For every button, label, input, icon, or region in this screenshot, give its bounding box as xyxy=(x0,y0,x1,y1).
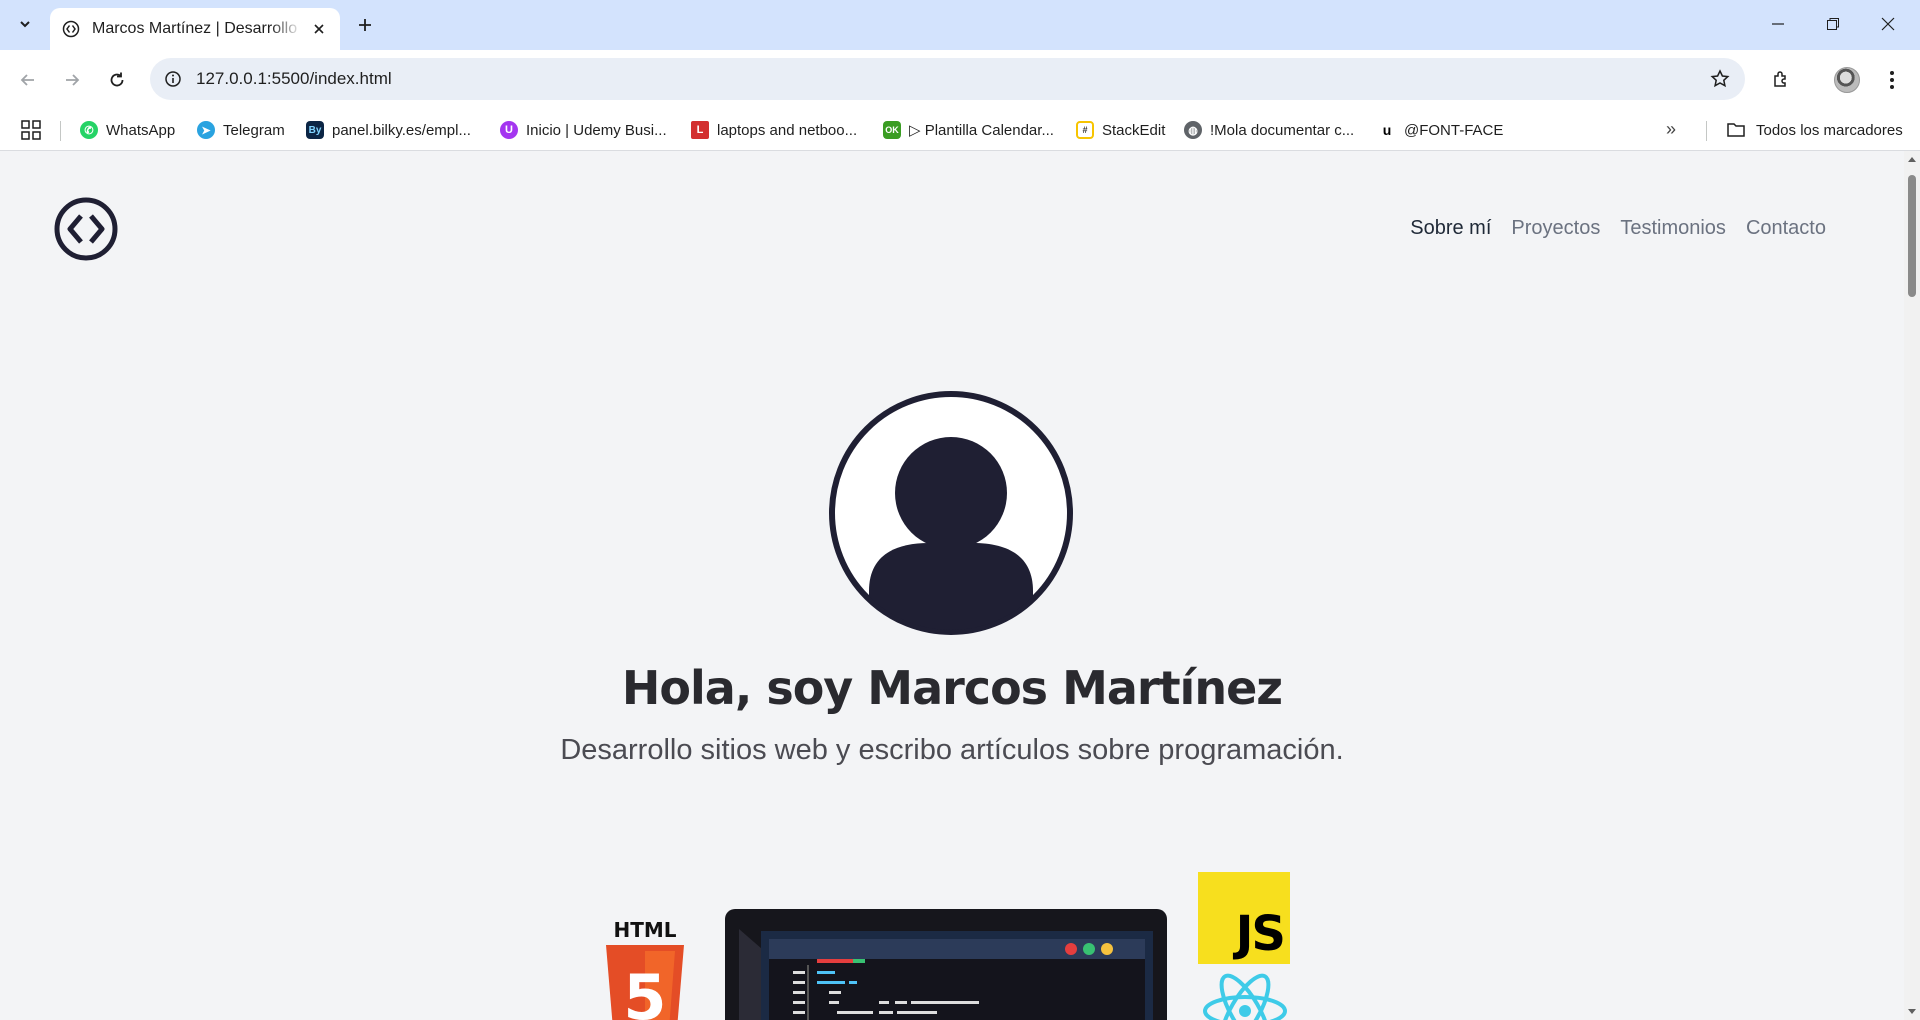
bookmark-label: WhatsApp xyxy=(106,121,176,139)
bookmarks-bar: ✆ WhatsApp ➤ Telegram By panel.bilky.es/… xyxy=(0,109,1920,151)
l-icon: L xyxy=(691,121,709,139)
arrow-right-icon xyxy=(66,74,80,86)
whatsapp-icon: ✆ xyxy=(80,121,98,139)
bookmarks-separator xyxy=(60,121,61,141)
arrow-left-icon xyxy=(20,74,34,86)
bookmark-label: StackEdit xyxy=(1102,121,1166,139)
restore-button[interactable] xyxy=(1813,8,1853,40)
bookmark-telegram[interactable]: ➤ Telegram xyxy=(197,117,285,143)
tab-strip: Marcos Martínez | Desarrollo Web xyxy=(0,0,1920,50)
html5-number: 5 xyxy=(623,961,666,1020)
bookmark-label: Telegram xyxy=(223,121,285,139)
html5-logo-icon: HTML 5 xyxy=(606,919,684,1020)
bookmark-stackedit[interactable]: # StackEdit xyxy=(1076,117,1165,143)
address-bar[interactable]: 127.0.0.1:5500/index.html xyxy=(150,58,1745,100)
user-avatar-icon xyxy=(829,391,1073,635)
hero-title: Hola, soy Marcos Martínez xyxy=(621,661,1283,715)
bilky-icon: By xyxy=(306,121,324,139)
bookmark-label: Inicio | Udemy Busi... xyxy=(526,121,667,139)
tab-title: Marcos Martínez | Desarrollo Web xyxy=(92,20,302,37)
site-nav: Sobre mí Proyectos Testimonios Contacto xyxy=(1410,217,1826,240)
apps-grid-icon[interactable] xyxy=(20,119,42,141)
reload-button[interactable] xyxy=(101,64,133,96)
back-button[interactable] xyxy=(12,64,44,96)
scroll-up-icon[interactable] xyxy=(1907,155,1917,165)
tab-search-button[interactable] xyxy=(10,9,40,39)
bookmark-font-face[interactable]: u @FONT-FACE xyxy=(1378,117,1504,143)
page-scrollbar[interactable] xyxy=(1904,151,1920,1020)
laptop-illustration xyxy=(725,909,1167,1020)
browser-tab[interactable]: Marcos Martínez | Desarrollo Web xyxy=(50,8,340,50)
bookmark-laptops[interactable]: L laptops and netboo... xyxy=(691,117,857,143)
all-bookmarks-label: Todos los marcadores xyxy=(1756,121,1903,139)
bookmark-plantilla[interactable]: OK ▷ Plantilla Calendar... xyxy=(883,117,1054,143)
bookmark-mola[interactable]: ◍ !Mola documentar c... xyxy=(1184,117,1354,143)
restore-icon xyxy=(1827,18,1839,30)
forward-button[interactable] xyxy=(56,64,88,96)
ok-icon: OK xyxy=(883,121,901,139)
bookmark-label: @FONT-FACE xyxy=(1404,121,1504,139)
chevron-down-icon xyxy=(20,21,30,28)
bookmark-label: panel.bilky.es/empl... xyxy=(332,121,471,139)
bookmark-star-icon[interactable] xyxy=(1709,68,1731,90)
scrollbar-thumb[interactable] xyxy=(1908,175,1916,297)
browser-toolbar: 127.0.0.1:5500/index.html xyxy=(0,50,1920,109)
bookmark-label: ▷ Plantilla Calendar... xyxy=(909,122,1054,139)
bookmark-bilky[interactable]: By panel.bilky.es/empl... xyxy=(306,117,471,143)
hero-subtitle: Desarrollo sitios web y escribo artículo… xyxy=(560,734,1344,766)
nav-link-contacto[interactable]: Contacto xyxy=(1746,217,1826,240)
telegram-icon: ➤ xyxy=(197,121,215,139)
bookmark-udemy[interactable]: U Inicio | Udemy Busi... xyxy=(500,117,667,143)
nav-link-sobre-mi[interactable]: Sobre mí xyxy=(1410,217,1491,240)
nav-link-testimonios[interactable]: Testimonios xyxy=(1620,217,1726,240)
url-text: 127.0.0.1:5500/index.html xyxy=(196,69,392,88)
bookmarks-separator xyxy=(1706,121,1707,141)
profile-picture-icon xyxy=(1834,67,1860,93)
more-vertical-icon xyxy=(1890,71,1894,89)
bookmark-label: !Mola documentar c... xyxy=(1210,121,1355,139)
all-bookmarks-folder[interactable]: Todos los marcadores xyxy=(1726,117,1903,143)
html5-label: HTML xyxy=(613,919,676,942)
globe-icon: ◍ xyxy=(1184,121,1202,139)
bookmark-whatsapp[interactable]: ✆ WhatsApp xyxy=(80,117,175,143)
profile-avatar[interactable] xyxy=(1831,64,1863,96)
close-tab-icon[interactable] xyxy=(308,18,330,40)
menu-button[interactable] xyxy=(1876,64,1908,96)
reload-icon xyxy=(110,72,124,87)
extensions-icon[interactable] xyxy=(1765,64,1797,96)
close-window-button[interactable] xyxy=(1868,8,1908,40)
bookmark-label: laptops and netboo... xyxy=(717,121,858,139)
udemy-icon: U xyxy=(500,121,518,139)
plus-icon xyxy=(359,19,371,31)
minimize-icon xyxy=(1772,23,1784,25)
javascript-logo-icon: JS xyxy=(1198,872,1290,964)
new-tab-button[interactable] xyxy=(350,10,380,40)
page-viewport: Sobre mí Proyectos Testimonios Contacto … xyxy=(0,151,1904,1020)
code-logo-icon[interactable] xyxy=(54,197,118,261)
folder-icon xyxy=(1727,123,1745,137)
code-editor-illustration xyxy=(739,929,1153,1020)
site-info-icon[interactable] xyxy=(162,68,184,90)
minimize-button[interactable] xyxy=(1758,8,1798,40)
close-icon xyxy=(1881,17,1895,31)
u-icon: u xyxy=(1382,122,1392,138)
javascript-logo-label: JS xyxy=(1235,906,1286,962)
nav-link-proyectos[interactable]: Proyectos xyxy=(1511,217,1600,240)
chevron-double-right-icon[interactable]: » xyxy=(1666,119,1676,140)
code-logo-icon xyxy=(60,18,82,40)
stackedit-icon: # xyxy=(1076,121,1094,139)
react-logo-icon xyxy=(1203,973,1287,1020)
scroll-down-icon[interactable] xyxy=(1907,1006,1917,1016)
